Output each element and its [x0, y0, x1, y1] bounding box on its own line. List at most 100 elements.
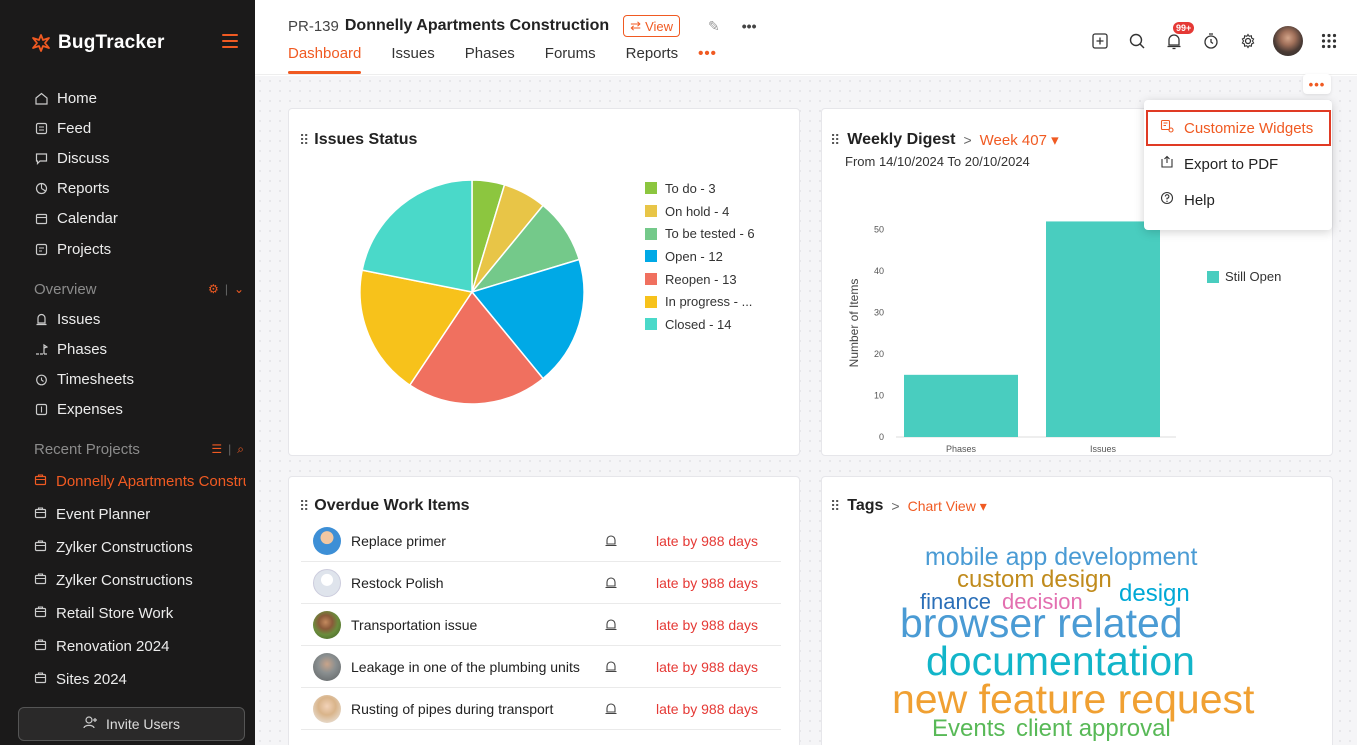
- legend-item[interactable]: Open - 12: [645, 245, 755, 268]
- reminder-bell-icon[interactable]: [596, 534, 626, 548]
- sidebar-item-label: Reports: [57, 179, 110, 197]
- recent-project-label: Donnelly Apartments Construction: [56, 472, 246, 490]
- tag-word[interactable]: new feature request: [892, 679, 1254, 720]
- notification-bell-icon[interactable]: 99+: [1155, 22, 1195, 59]
- dashboard-more-button[interactable]: •••: [1303, 74, 1331, 94]
- sidebar-item-expenses[interactable]: Expenses: [34, 397, 123, 421]
- project-title: Donnelly Apartments Construction: [344, 17, 610, 34]
- app-brand[interactable]: BugTracker: [30, 27, 165, 59]
- recent-project-item[interactable]: Sites 2024: [34, 667, 246, 691]
- chart-view-selector[interactable]: Chart View ▾: [908, 498, 987, 515]
- reminder-bell-icon[interactable]: [596, 660, 626, 674]
- top-icons: 99+: [1081, 22, 1347, 59]
- chevron-right-icon: >: [963, 132, 972, 148]
- tab-forums[interactable]: Forums: [545, 45, 596, 71]
- search-icon[interactable]: [1118, 22, 1155, 59]
- table-row[interactable]: Rusting of pipes during transport late b…: [301, 688, 781, 730]
- tab-reports[interactable]: Reports: [626, 45, 679, 71]
- tabs-more-button[interactable]: •••: [698, 45, 717, 71]
- table-row[interactable]: Restock Polish late by 988 days: [301, 562, 781, 604]
- legend-item[interactable]: To do - 3: [645, 177, 755, 200]
- drag-handle-icon[interactable]: ⠿: [299, 132, 309, 149]
- recent-project-item[interactable]: Renovation 2024: [34, 634, 246, 658]
- recent-project-item[interactable]: Donnelly Apartments Construction: [34, 469, 246, 493]
- project-tabs: Dashboard Issues Phases Forums Reports •…: [288, 45, 717, 74]
- sidebar-item-projects[interactable]: Projects: [34, 237, 111, 261]
- sidebar-item-label: Timesheets: [57, 370, 134, 388]
- export-pdf-menu-item[interactable]: Export to PDF: [1144, 146, 1332, 182]
- tag-word[interactable]: Events: [932, 717, 1005, 741]
- help-icon: [1160, 191, 1174, 209]
- chevron-right-icon: >: [891, 498, 900, 514]
- drag-handle-icon[interactable]: ⠿: [830, 132, 840, 149]
- sidebar-item-label: Discuss: [57, 149, 110, 167]
- tag-word[interactable]: client approval: [1016, 717, 1171, 741]
- menu-toggle-icon[interactable]: [222, 34, 238, 48]
- filter-icon[interactable]: ☰: [211, 442, 222, 456]
- phases-icon: [34, 342, 48, 356]
- week-selector[interactable]: Week 407 ▾: [980, 131, 1059, 149]
- sidebar-item-feed[interactable]: Feed: [34, 116, 91, 140]
- table-row[interactable]: Leakage in one of the plumbing units lat…: [301, 646, 781, 688]
- chevron-down-icon[interactable]: ⌄: [234, 282, 244, 296]
- drag-handle-icon[interactable]: ⠿: [299, 498, 309, 515]
- avatar: [313, 694, 341, 723]
- top-bar: PR-139 Donnelly Apartments Construction …: [255, 0, 1357, 75]
- legend-item[interactable]: Still Open: [1207, 269, 1281, 284]
- project-briefcase-icon: [34, 572, 47, 589]
- discuss-icon: [34, 151, 48, 165]
- sidebar-item-reports[interactable]: Reports: [34, 176, 110, 200]
- bar-phases[interactable]: [904, 374, 1018, 437]
- search-icon[interactable]: ⌕: [237, 442, 244, 457]
- legend-swatch: [645, 205, 657, 218]
- issues-status-legend: To do - 3 On hold - 4 To be tested - 6 O…: [645, 177, 755, 336]
- gear-icon[interactable]: ⚙: [208, 282, 219, 296]
- widget-title[interactable]: ⠿ Overdue Work Items: [299, 497, 470, 515]
- sidebar-item-calendar[interactable]: Calendar: [34, 206, 118, 230]
- sidebar-item-phases[interactable]: Phases: [34, 337, 107, 361]
- legend-item[interactable]: Closed - 14: [645, 313, 755, 336]
- legend-item[interactable]: Reopen - 13: [645, 268, 755, 291]
- apps-grid-icon[interactable]: [1310, 22, 1347, 59]
- table-row[interactable]: Replace primer late by 988 days: [301, 520, 781, 562]
- drag-handle-icon[interactable]: ⠿: [830, 498, 840, 515]
- legend-item[interactable]: On hold - 4: [645, 200, 755, 223]
- reminder-bell-icon[interactable]: [596, 702, 626, 716]
- add-icon[interactable]: [1081, 22, 1118, 59]
- reminder-bell-icon[interactable]: [596, 618, 626, 632]
- tags-widget: ⠿ Tags > Chart View ▾ mobile app develop…: [821, 476, 1333, 745]
- bar-issues[interactable]: [1046, 221, 1160, 437]
- recent-project-item[interactable]: Zylker Constructions: [34, 535, 246, 559]
- invite-users-button[interactable]: Invite Users: [18, 707, 245, 741]
- pin-icon[interactable]: ✎: [708, 18, 720, 35]
- tab-dashboard[interactable]: Dashboard: [288, 45, 362, 74]
- help-menu-item[interactable]: Help: [1144, 182, 1332, 218]
- y-axis-label: Number of Items: [847, 279, 861, 368]
- projects-icon: [34, 242, 48, 256]
- user-avatar[interactable]: [1266, 22, 1310, 59]
- tab-issues[interactable]: Issues: [391, 45, 434, 71]
- reminder-bell-icon[interactable]: [596, 576, 626, 590]
- customize-widgets-menu-item[interactable]: Customize Widgets: [1146, 110, 1331, 146]
- recent-project-label: Retail Store Work: [56, 604, 174, 622]
- widget-title[interactable]: ⠿ Issues Status: [299, 131, 417, 149]
- recent-project-item[interactable]: Zylker Constructions: [34, 568, 246, 592]
- recent-project-item[interactable]: Retail Store Work: [34, 601, 246, 625]
- recent-project-item[interactable]: Event Planner: [34, 502, 246, 526]
- x-tick-label: Phases: [946, 444, 977, 454]
- sidebar-item-timesheets[interactable]: Timesheets: [34, 367, 134, 391]
- tab-phases[interactable]: Phases: [465, 45, 515, 71]
- sidebar-item-home[interactable]: Home: [34, 86, 97, 110]
- legend-item[interactable]: In progress - ...: [645, 290, 755, 313]
- recent-project-label: Zylker Constructions: [56, 571, 193, 589]
- settings-gear-icon[interactable]: [1229, 22, 1266, 59]
- view-button[interactable]: ⇄ View: [623, 15, 681, 37]
- sidebar-item-issues[interactable]: Issues: [34, 307, 100, 331]
- sidebar-item-discuss[interactable]: Discuss: [34, 146, 110, 170]
- legend-item[interactable]: To be tested - 6: [645, 222, 755, 245]
- project-more-button[interactable]: •••: [742, 18, 757, 34]
- timer-icon[interactable]: [1192, 22, 1229, 59]
- avatar: [313, 526, 341, 555]
- table-row[interactable]: Transportation issue late by 988 days: [301, 604, 781, 646]
- work-item-name: Leakage in one of the plumbing units: [351, 658, 580, 675]
